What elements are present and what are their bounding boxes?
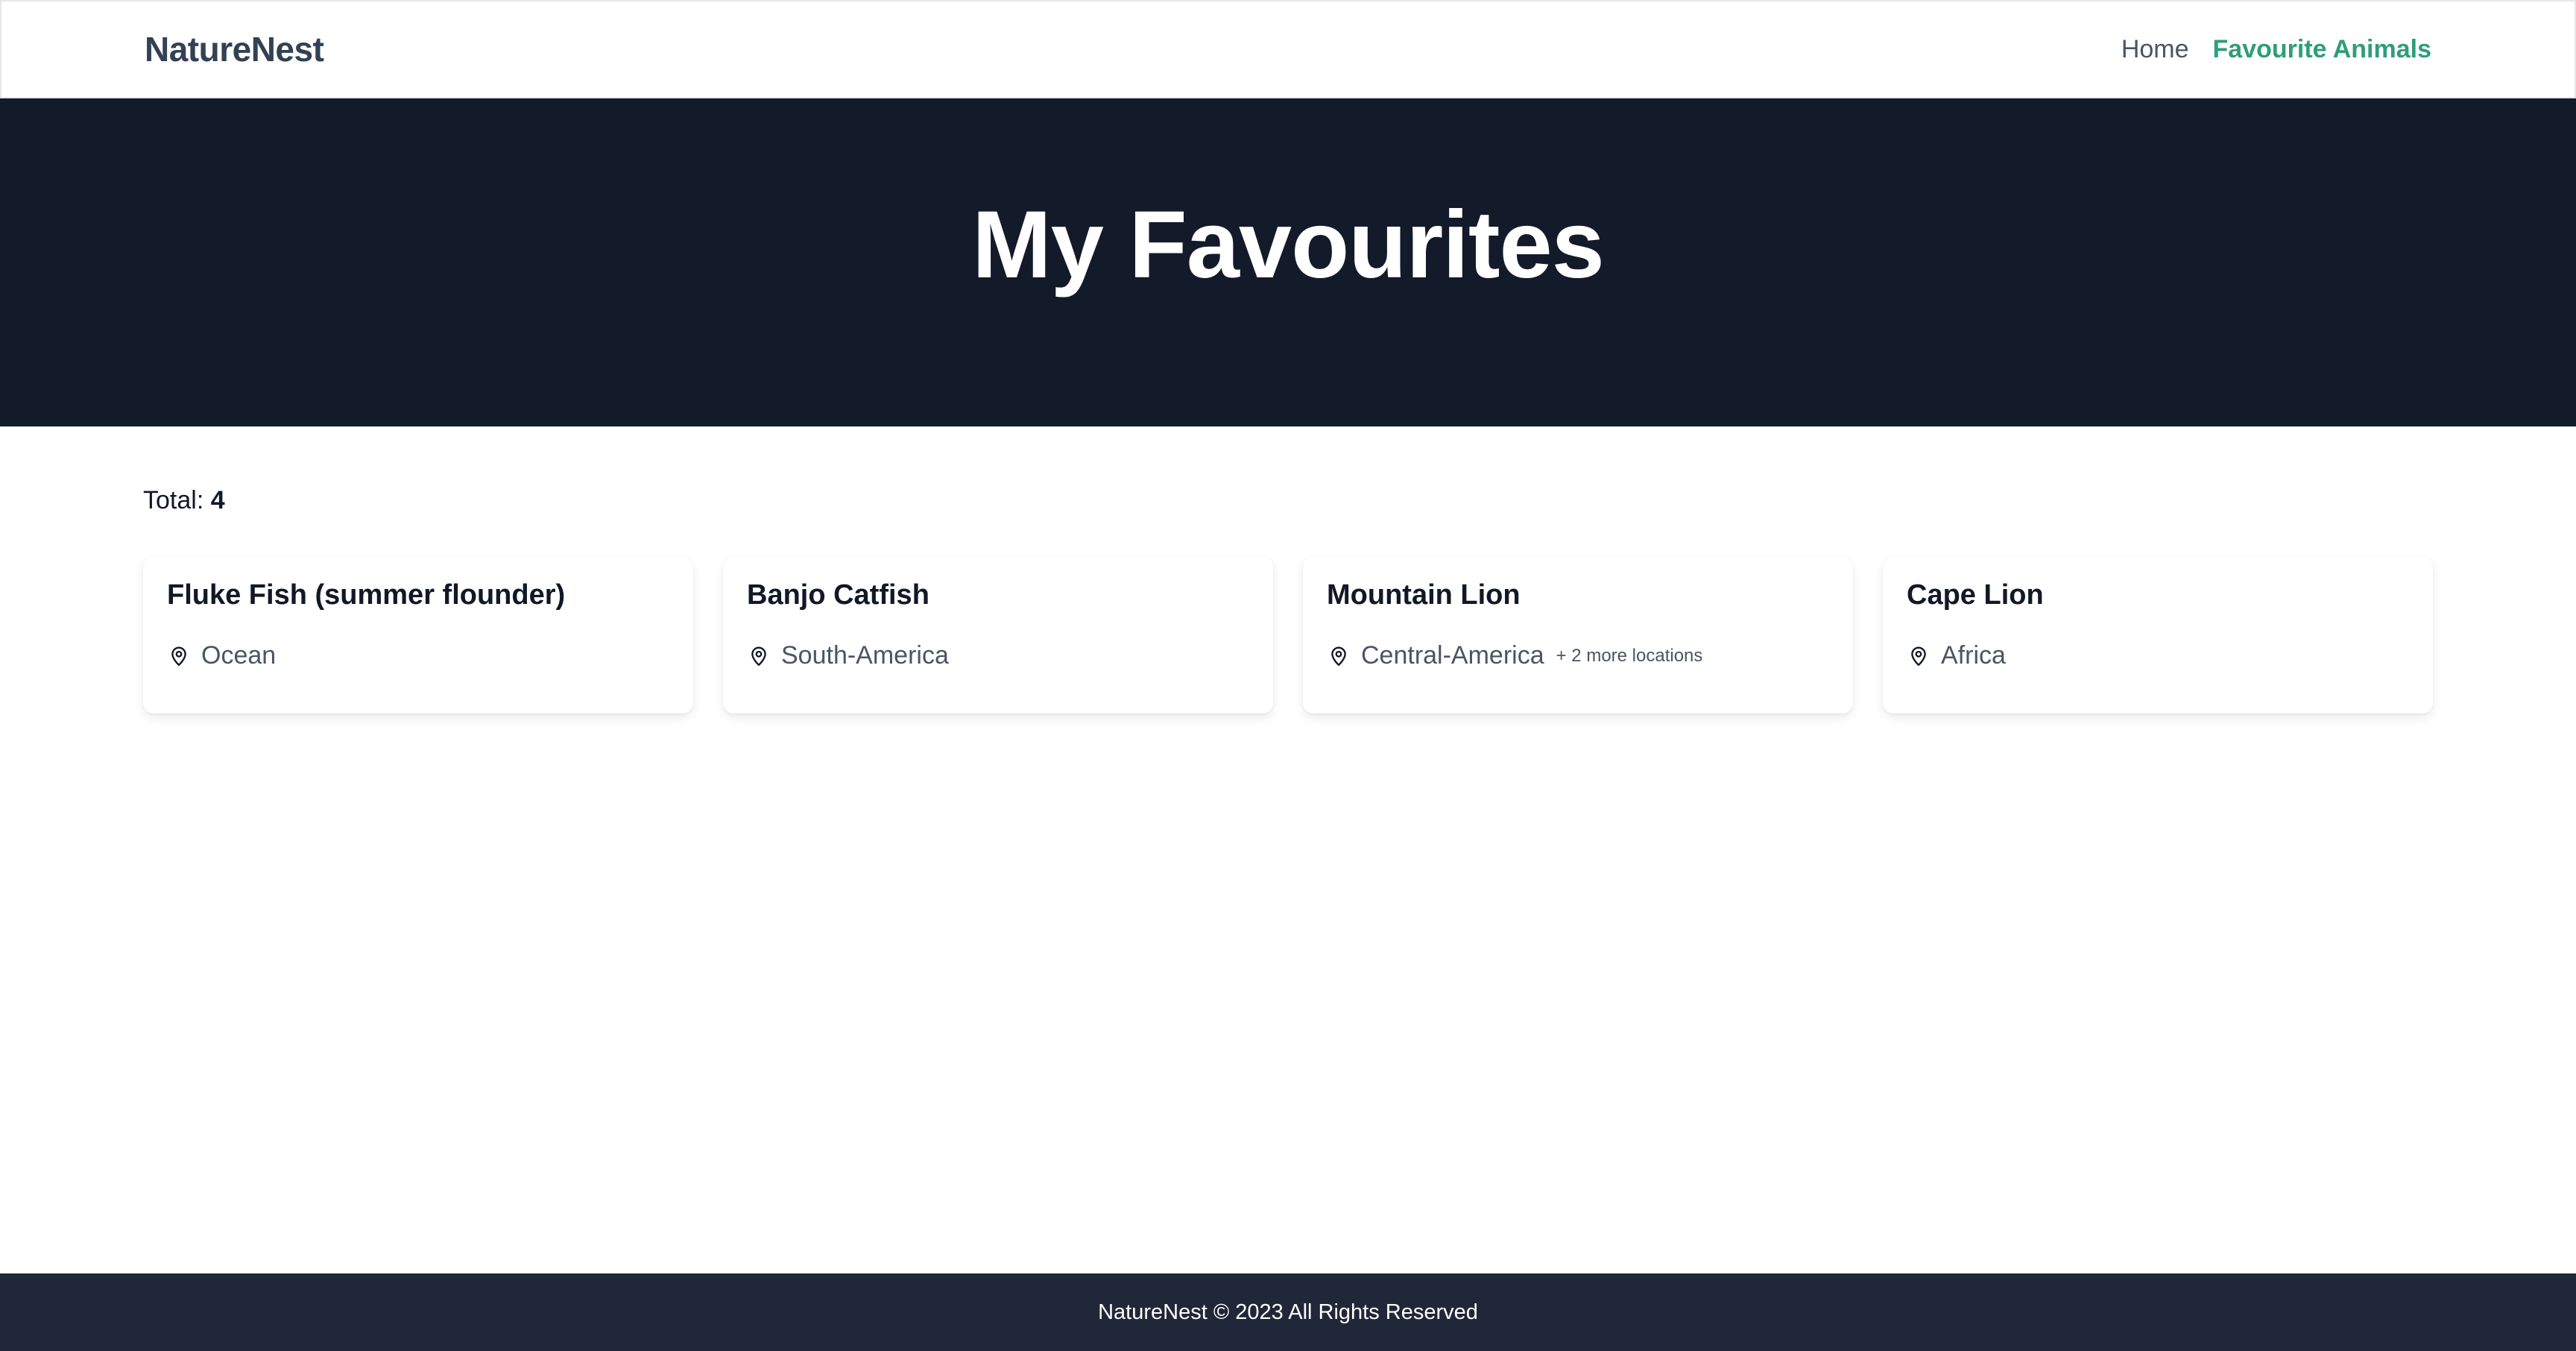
hero-banner: My Favourites: [0, 98, 2576, 426]
map-pin-icon: [1327, 644, 1351, 668]
footer-copyright: NatureNest © 2023 All Rights Reserved: [1098, 1300, 1478, 1324]
total-count: 4: [210, 486, 225, 514]
location-text: Ocean: [201, 641, 277, 670]
main-nav: Home Favourite Animals: [2121, 35, 2431, 64]
animal-location: Ocean: [167, 641, 669, 670]
page: NatureNest Home Favourite Animals My Fav…: [0, 0, 2576, 1351]
map-pin-icon: [747, 644, 771, 668]
animal-location: Africa: [1907, 641, 2409, 670]
total-count-line: Total: 4: [143, 486, 2433, 515]
page-title: My Favourites: [972, 191, 1605, 298]
nav-link-favourite-animals[interactable]: Favourite Animals: [2213, 35, 2431, 64]
top-navbar: NatureNest Home Favourite Animals: [0, 0, 2576, 98]
map-pin-icon: [167, 644, 191, 668]
favourites-grid: Fluke Fish (summer flounder) Ocean Banjo…: [143, 557, 2433, 714]
location-text: South-America: [781, 641, 949, 670]
animal-name: Fluke Fish (summer flounder): [167, 579, 566, 611]
animal-location: Central-America + 2 more locations: [1327, 641, 1829, 670]
animal-card[interactable]: Cape Lion Africa: [1883, 557, 2433, 714]
animal-name: Mountain Lion: [1327, 579, 1521, 611]
animal-location: South-America: [747, 641, 1249, 670]
site-footer: NatureNest © 2023 All Rights Reserved: [0, 1273, 2576, 1351]
animal-name: Cape Lion: [1907, 579, 2044, 611]
more-locations-label: + 2 more locations: [1556, 645, 1703, 666]
nav-link-home[interactable]: Home: [2121, 35, 2189, 64]
map-pin-icon: [1907, 644, 1931, 668]
main-content: Total: 4 Fluke Fish (summer flounder) Oc…: [0, 426, 2576, 1273]
location-text: Central-America: [1361, 641, 1544, 670]
animal-name: Banjo Catfish: [747, 579, 929, 611]
location-text: Africa: [1941, 641, 2006, 670]
animal-card[interactable]: Fluke Fish (summer flounder) Ocean: [143, 557, 693, 714]
animal-card[interactable]: Mountain Lion Central-America + 2 more l…: [1303, 557, 1853, 714]
total-label: Total:: [143, 486, 204, 514]
animal-card[interactable]: Banjo Catfish South-America: [723, 557, 1273, 714]
brand-logo-link[interactable]: NatureNest: [145, 29, 324, 69]
